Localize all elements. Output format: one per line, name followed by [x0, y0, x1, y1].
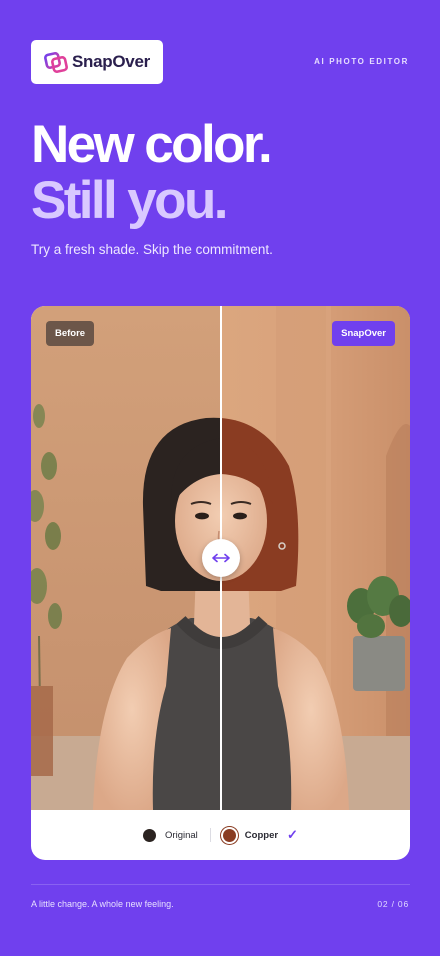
footer-divider: [31, 884, 410, 885]
brand-name: SnapOver: [72, 52, 150, 71]
headline-line-1: New color.: [31, 115, 273, 174]
page-indicator: 02 / 06: [377, 899, 409, 909]
brand-logo: SnapOver: [31, 40, 163, 84]
before-badge: Before: [46, 321, 95, 346]
comparison-photo: Before SnapOver: [31, 306, 410, 810]
original-color-swatch: [143, 828, 157, 842]
swatch-label-copper: Copper: [244, 829, 279, 841]
before-after-card: Before SnapOver Original Copper ✓: [31, 306, 410, 860]
after-badge: SnapOver: [332, 321, 395, 346]
color-legend: Original Copper ✓: [31, 810, 410, 860]
left-right-arrow-icon: [212, 553, 230, 563]
copper-color-swatch: [222, 828, 236, 842]
category-label: AI PHOTO EDITOR: [314, 57, 409, 66]
swatch-copper[interactable]: Copper ✓: [222, 827, 298, 843]
footer-tagline: A little change. A whole new feeling.: [31, 899, 174, 909]
subheadline: Try a fresh shade. Skip the commitment.: [31, 242, 273, 257]
swatch-label-original: Original: [165, 829, 198, 841]
swatch-original[interactable]: Original: [143, 828, 198, 842]
snapover-logo-icon: [44, 52, 68, 73]
check-icon: ✓: [287, 827, 298, 842]
legend-separator: [209, 828, 211, 842]
slider-handle[interactable]: [202, 539, 240, 577]
headline-line-2: Still you.: [31, 171, 228, 230]
